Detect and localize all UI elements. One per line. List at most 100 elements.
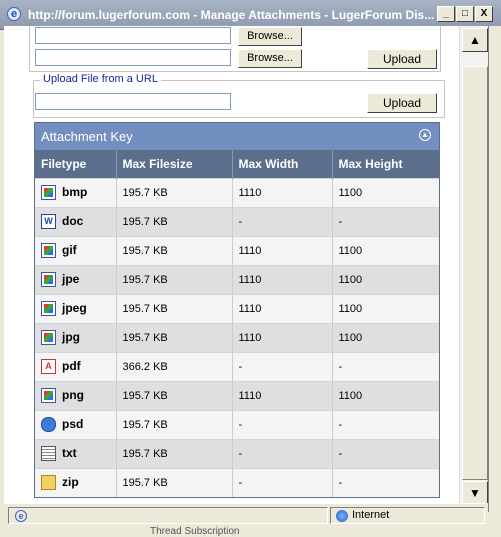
- max-filesize-cell: 195.7 KB: [116, 409, 233, 439]
- table-row: jpg 195.7 KB 1110 1100: [35, 322, 439, 352]
- max-height-cell: -: [332, 206, 439, 236]
- filetype-cell: gif: [35, 235, 117, 265]
- filetype-cell: Wdoc: [35, 206, 117, 236]
- filetype-cell: bmp: [35, 177, 117, 207]
- column-header-max-width: Max Width: [232, 150, 333, 178]
- table-row: psd 195.7 KB - -: [35, 409, 439, 439]
- max-height-cell: -: [332, 467, 439, 497]
- filetype-cell: txt: [35, 438, 117, 468]
- image-file-icon: [41, 185, 56, 201]
- max-height-cell: 1100: [332, 293, 439, 323]
- url-input[interactable]: [35, 93, 231, 110]
- image-file-icon: [41, 301, 56, 317]
- max-filesize-cell: 195.7 KB: [116, 293, 233, 323]
- filetype-label: gif: [62, 242, 77, 257]
- max-filesize-cell: 195.7 KB: [116, 235, 233, 265]
- image-file-icon: [41, 243, 56, 259]
- max-height-cell: -: [332, 409, 439, 439]
- max-filesize-cell: 195.7 KB: [116, 438, 233, 468]
- upload-button[interactable]: Upload: [367, 49, 437, 69]
- max-filesize-cell: 195.7 KB: [116, 467, 233, 497]
- table-row: txt 195.7 KB - -: [35, 438, 439, 468]
- max-filesize-cell: 195.7 KB: [116, 264, 233, 294]
- max-height-cell: 1100: [332, 380, 439, 410]
- url-upload-fieldset: Upload File from a URL Upload: [33, 73, 445, 118]
- url-upload-legend: Upload File from a URL: [40, 73, 161, 85]
- psd-file-icon: [41, 417, 56, 433]
- filetype-cell: png: [35, 380, 117, 410]
- attachment-key-header: Attachment Key ▲: [35, 123, 439, 150]
- image-file-icon: [41, 330, 56, 346]
- max-width-cell: -: [232, 467, 333, 497]
- attachment-key-body: bmp 195.7 KB 1110 1100 Wdoc 195.7 KB - - gif 195.…: [35, 177, 439, 497]
- table-row: gif 195.7 KB 1110 1100: [35, 235, 439, 265]
- max-height-cell: 1100: [332, 322, 439, 352]
- table-row: bmp 195.7 KB 1110 1100: [35, 177, 439, 207]
- zip-file-icon: [41, 475, 56, 491]
- max-width-cell: 1110: [232, 235, 333, 265]
- filetype-label: txt: [62, 445, 77, 460]
- ie-status-icon: e: [15, 510, 27, 522]
- max-height-cell: 1100: [332, 177, 439, 207]
- filetype-cell: jpe: [35, 264, 117, 294]
- word-doc-icon: W: [41, 214, 56, 230]
- security-zone-label: Internet: [352, 509, 390, 521]
- max-width-cell: -: [232, 206, 333, 236]
- status-message-cell: e: [8, 507, 328, 524]
- table-row: Apdf 366.2 KB - -: [35, 351, 439, 381]
- filetype-cell: jpeg: [35, 293, 117, 323]
- table-row: jpe 195.7 KB 1110 1100: [35, 264, 439, 294]
- filetype-label: psd: [62, 416, 84, 431]
- url-upload-button[interactable]: Upload: [367, 93, 437, 113]
- column-header-max-height: Max Height: [332, 150, 439, 178]
- image-file-icon: [41, 272, 56, 288]
- browse-button-2[interactable]: Browse...: [238, 49, 302, 68]
- scroll-thumb[interactable]: [462, 66, 488, 480]
- minimize-button[interactable]: _: [437, 6, 455, 22]
- file-input-1[interactable]: [35, 27, 231, 44]
- status-bar: e Internet: [4, 503, 488, 525]
- file-input-2[interactable]: [35, 49, 231, 66]
- max-width-cell: -: [232, 351, 333, 381]
- max-width-cell: 1110: [232, 322, 333, 352]
- attachment-key-title: Attachment Key: [41, 129, 133, 144]
- scroll-up-button[interactable]: ▲: [462, 28, 488, 52]
- window-title: http://forum.lugerforum.com - Manage Att…: [28, 8, 435, 22]
- page-viewport: Browse... Browse... Upload Upload File f…: [4, 26, 459, 503]
- filetype-label: jpg: [62, 329, 80, 344]
- image-file-icon: [41, 388, 56, 404]
- max-height-cell: 1100: [332, 235, 439, 265]
- close-button[interactable]: X: [475, 6, 493, 22]
- max-height-cell: 1100: [332, 264, 439, 294]
- file-upload-fieldset: Browse... Browse... Upload: [29, 26, 441, 72]
- max-filesize-cell: 195.7 KB: [116, 322, 233, 352]
- maximize-button[interactable]: □: [456, 6, 474, 22]
- filetype-label: jpe: [62, 271, 80, 286]
- filetype-cell: zip: [35, 467, 117, 497]
- column-header-filetype: Filetype: [35, 150, 117, 178]
- table-row: jpeg 195.7 KB 1110 1100: [35, 293, 439, 323]
- vertical-scrollbar[interactable]: ▲ ▼: [459, 26, 488, 505]
- filetype-label: doc: [62, 213, 84, 228]
- filetype-label: pdf: [62, 358, 81, 373]
- browse-button-1[interactable]: Browse...: [238, 27, 302, 46]
- pdf-file-icon: A: [41, 359, 56, 375]
- filetype-cell: Apdf: [35, 351, 117, 381]
- max-width-cell: -: [232, 438, 333, 468]
- filetype-label: jpeg: [62, 300, 87, 315]
- table-row: png 195.7 KB 1110 1100: [35, 380, 439, 410]
- filetype-label: zip: [62, 475, 79, 490]
- collapse-icon[interactable]: ▲: [419, 129, 431, 141]
- table-row: zip 195.7 KB - -: [35, 467, 439, 497]
- attachment-key-table: Filetype Max Filesize Max Width Max Heig…: [35, 150, 439, 497]
- max-width-cell: 1110: [232, 380, 333, 410]
- max-width-cell: 1110: [232, 177, 333, 207]
- filetype-cell: jpg: [35, 322, 117, 352]
- max-width-cell: -: [232, 409, 333, 439]
- max-filesize-cell: 195.7 KB: [116, 380, 233, 410]
- filetype-label: bmp: [62, 184, 88, 199]
- scroll-down-button[interactable]: ▼: [462, 481, 488, 505]
- filetype-cell: psd: [35, 409, 117, 439]
- max-width-cell: 1110: [232, 264, 333, 294]
- max-filesize-cell: 366.2 KB: [116, 351, 233, 381]
